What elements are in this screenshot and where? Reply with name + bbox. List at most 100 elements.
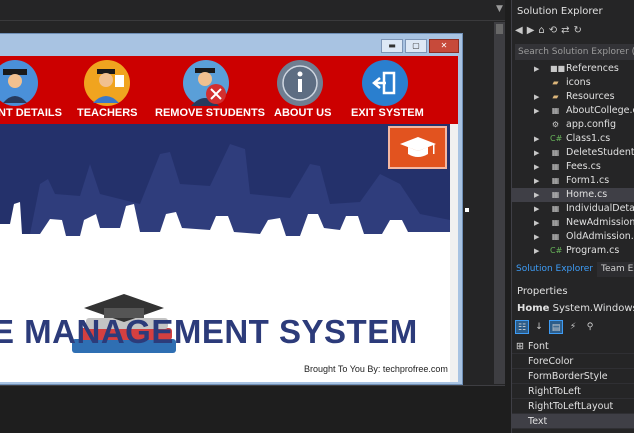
nav-teachers[interactable]: TEACHERS: [76, 56, 146, 124]
form-icon: ▦: [551, 218, 560, 227]
expand-plus-icon[interactable]: ⊞: [516, 339, 524, 353]
home-icon[interactable]: ⌂: [538, 25, 544, 41]
tree-item[interactable]: ▶ C# Program.cs: [512, 244, 634, 258]
graduation-cap-icon[interactable]: [388, 126, 447, 169]
window-controls: ▬ ▢ ✕: [381, 39, 459, 53]
back-icon[interactable]: ◀: [515, 25, 523, 41]
tree-item-label: IndividualDetails.cs: [566, 203, 634, 214]
exit-icon: [362, 60, 408, 106]
expand-arrow-icon[interactable]: ▶: [534, 90, 539, 104]
tree-item[interactable]: ▶ ▦ Home.cs: [512, 188, 634, 202]
property-row[interactable]: RightToLeft: [512, 384, 634, 399]
property-row[interactable]: ⊞ Font: [512, 339, 634, 354]
csharp-icon: C#: [550, 134, 563, 143]
form-icon: ▦: [551, 176, 560, 185]
footer-credit: Brought To You By: techprofree.com: [304, 364, 448, 374]
folder-icon: ▰: [552, 78, 559, 87]
nav-label: ABOUT US: [274, 107, 332, 119]
visual-studio-window: ▼ ▬ ▢ ✕ NT DETAILS TEACHERS REMOVE STUDE…: [0, 0, 634, 433]
tab-solution-explorer[interactable]: Solution Explorer: [512, 262, 597, 277]
nav-remove-students[interactable]: REMOVE STUDENTS: [155, 56, 265, 124]
expand-arrow-icon[interactable]: ▶: [534, 188, 539, 202]
property-name: FormBorderStyle: [528, 371, 608, 382]
tree-item[interactable]: ▶ ▦ Fees.cs: [512, 160, 634, 174]
expand-arrow-icon[interactable]: ▶: [534, 104, 539, 118]
object-type: System.Windows.Forms.Form: [552, 303, 634, 314]
forward-icon[interactable]: ▶: [527, 25, 535, 41]
form-icon: ▦: [551, 162, 560, 171]
expand-arrow-icon[interactable]: ▶: [534, 230, 539, 244]
dropdown-arrow-icon[interactable]: ▼: [496, 4, 506, 14]
property-row[interactable]: RightToLeftLayout: [512, 399, 634, 414]
designer-scrollbar-thumb[interactable]: [496, 24, 503, 34]
form-icon: ▦: [551, 106, 560, 115]
properties-object-selector[interactable]: Home System.Windows.Forms.Form: [517, 303, 634, 314]
tree-item[interactable]: ▶ ■■ References: [512, 62, 634, 76]
tree-item[interactable]: ▶ ▦ DeleteStudent.cs: [512, 146, 634, 160]
solution-search-input[interactable]: Search Solution Explorer (Ctrl+;): [515, 44, 634, 60]
properties-title: Properties: [517, 286, 568, 297]
expand-arrow-icon[interactable]: ▶: [534, 160, 539, 174]
minimize-icon[interactable]: ▬: [381, 39, 403, 53]
tree-item-label: DeleteStudent.cs: [566, 147, 634, 158]
tree-item[interactable]: ▶ C# Class1.cs: [512, 132, 634, 146]
solution-explorer-toolbar: ◀ ▶ ⌂ ⟲ ⇄ ↻: [515, 25, 582, 41]
property-row[interactable]: ForeColor: [512, 354, 634, 369]
alphabetical-icon[interactable]: ↓: [532, 320, 546, 334]
property-row[interactable]: Text: [512, 414, 634, 429]
tree-item-label: Form1.cs: [566, 175, 610, 186]
properties-icon[interactable]: ▤: [549, 320, 563, 334]
form-icon: ▦: [551, 148, 560, 157]
tree-item-label: Home.cs: [566, 189, 608, 200]
tree-item[interactable]: ▶ ▦ AboutCollege.cs: [512, 104, 634, 118]
student-icon: [0, 60, 38, 106]
resize-handle[interactable]: [465, 208, 469, 212]
tree-item[interactable]: ▰ icons: [512, 76, 634, 90]
tree-item[interactable]: ▶ ▦ IndividualDetails.cs: [512, 202, 634, 216]
form-scrollbar[interactable]: [450, 124, 458, 382]
tab-team-explorer[interactable]: Team Explorer: [597, 262, 634, 277]
maximize-icon[interactable]: ▢: [405, 39, 427, 53]
properties-toolbar: ☷ ↓ ▤ ⚡ ⚲: [515, 320, 597, 336]
tree-item-label: References: [566, 63, 619, 74]
events-icon[interactable]: ⚡: [566, 320, 580, 334]
tree-item[interactable]: ▶ ▰ Resources: [512, 90, 634, 104]
solution-explorer-panel: Solution Explorer ◀ ▶ ⌂ ⟲ ⇄ ↻ Search Sol…: [511, 0, 634, 433]
tree-item-label: icons: [566, 77, 591, 88]
config-icon: ⚙: [551, 120, 560, 129]
expand-arrow-icon[interactable]: ▶: [534, 244, 539, 258]
tree-item[interactable]: ▶ ▦ OldAdmission.cs: [512, 230, 634, 244]
csharp-icon: C#: [550, 246, 563, 255]
tree-item-label: AboutCollege.cs: [566, 105, 634, 116]
properties-grid: ⊞ Font ForeColor FormBorderStyle RightToLeft…: [512, 339, 634, 433]
categorized-icon[interactable]: ☷: [515, 320, 529, 334]
close-icon[interactable]: ✕: [429, 39, 459, 53]
form-icon: ▦: [551, 190, 560, 199]
tree-item[interactable]: ▶ ▦ NewAdmission.cs: [512, 216, 634, 230]
nav-label: TEACHERS: [77, 107, 138, 119]
nav-student-details[interactable]: NT DETAILS: [0, 56, 70, 124]
sync-icon[interactable]: ⇄: [561, 25, 569, 41]
designer-scrollbar[interactable]: [494, 22, 505, 384]
nav-label: REMOVE STUDENTS: [155, 107, 266, 119]
solution-tree: ▶ ■■ References ▰ icons ▶ ▰ Resources ▶ ▦ AboutCol…: [512, 62, 634, 258]
tree-item-label: NewAdmission.cs: [566, 217, 634, 228]
panel-title: Solution Explorer: [517, 6, 603, 17]
nav-about-us[interactable]: ABOUT US: [272, 56, 332, 124]
property-row[interactable]: FormBorderStyle: [512, 369, 634, 384]
expand-arrow-icon[interactable]: ▶: [534, 132, 539, 146]
expand-arrow-icon[interactable]: ▶: [534, 174, 539, 188]
refresh-icon[interactable]: ↻: [574, 25, 582, 41]
component-tray: [0, 385, 505, 433]
nav-exit-system[interactable]: EXIT SYSTEM: [348, 56, 428, 124]
expand-arrow-icon[interactable]: ▶: [534, 62, 539, 76]
expand-arrow-icon[interactable]: ▶: [534, 202, 539, 216]
property-pages-icon[interactable]: ⚲: [583, 320, 597, 334]
banner-title: E MANAGEMENT SYSTEM: [0, 313, 418, 350]
history-icon[interactable]: ⟲: [549, 25, 557, 41]
expand-arrow-icon[interactable]: ▶: [534, 216, 539, 230]
expand-arrow-icon[interactable]: ▶: [534, 146, 539, 160]
property-name: Font: [528, 341, 549, 352]
tree-item[interactable]: ▶ ▦ Form1.cs: [512, 174, 634, 188]
tree-item[interactable]: ⚙ app.config: [512, 118, 634, 132]
